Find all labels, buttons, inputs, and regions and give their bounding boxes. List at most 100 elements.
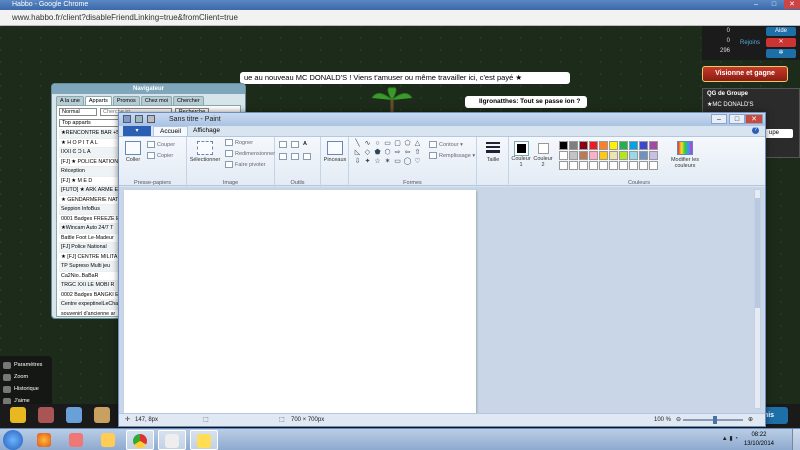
taskbar-paint[interactable] bbox=[190, 430, 218, 450]
drawing-canvas[interactable] bbox=[124, 190, 476, 414]
menu-historique[interactable]: Historique bbox=[14, 386, 39, 392]
rejoins-label[interactable]: Rejoins bbox=[740, 40, 760, 46]
help-icon[interactable]: ? bbox=[752, 127, 759, 134]
picker-tool[interactable] bbox=[291, 153, 301, 160]
shop-icon[interactable] bbox=[66, 407, 82, 423]
palette-swatch[interactable] bbox=[569, 151, 578, 160]
couleur2-button[interactable]: Couleur 2 bbox=[533, 142, 553, 168]
remplissage-button[interactable]: Remplissage ▾ bbox=[429, 152, 475, 159]
taskbar-firefox[interactable] bbox=[30, 430, 58, 450]
show-desktop-button[interactable] bbox=[792, 429, 800, 450]
faire-pivoter-button[interactable]: Faire pivoter bbox=[225, 161, 266, 168]
palette-swatch[interactable] bbox=[579, 151, 588, 160]
palette-swatch[interactable] bbox=[589, 141, 598, 150]
palette-swatch[interactable] bbox=[579, 161, 588, 170]
group-name[interactable]: ★MC DONALD'S bbox=[703, 99, 799, 110]
visionne-et-gagne-button[interactable]: Visionne et gagne bbox=[702, 66, 788, 82]
zoom-slider-knob[interactable] bbox=[713, 416, 717, 424]
color-palette[interactable] bbox=[559, 141, 658, 170]
palette-swatch[interactable] bbox=[569, 141, 578, 150]
palette-swatch[interactable] bbox=[619, 151, 628, 160]
palette-swatch[interactable] bbox=[649, 141, 658, 150]
palette-swatch[interactable] bbox=[639, 161, 648, 170]
catalog-icon[interactable] bbox=[10, 407, 26, 423]
address-bar[interactable]: www.habbo.fr/client?disableFriendLinking… bbox=[0, 10, 800, 26]
pencil-tool[interactable] bbox=[279, 141, 289, 148]
save-icon[interactable] bbox=[135, 115, 143, 123]
zoom-slider[interactable] bbox=[683, 416, 743, 424]
magnifier-tool[interactable] bbox=[303, 153, 313, 160]
vertical-scrollbar[interactable] bbox=[754, 189, 761, 409]
fill-tool[interactable] bbox=[291, 141, 301, 148]
maximize-button[interactable]: □ bbox=[766, 0, 782, 9]
redimensionner-button[interactable]: Redimensionner bbox=[225, 150, 275, 157]
palette-swatch[interactable] bbox=[649, 151, 658, 160]
paint-minimize-button[interactable]: – bbox=[711, 114, 727, 124]
tab-chercher[interactable]: Chercher bbox=[173, 96, 204, 105]
menu-parametres[interactable]: Paramètres bbox=[14, 362, 42, 368]
copier-button[interactable]: Copier bbox=[147, 152, 173, 159]
palette-swatch[interactable] bbox=[559, 151, 568, 160]
clock[interactable]: 08:22 13/10/2014 bbox=[744, 431, 774, 449]
filter-dropdown[interactable]: Normal bbox=[59, 108, 97, 116]
palette-swatch[interactable] bbox=[559, 161, 568, 170]
modifier-couleurs-button[interactable]: Modifier les couleurs bbox=[667, 139, 703, 169]
selectionner-button[interactable]: Sélectionner bbox=[189, 139, 221, 163]
aide-button[interactable]: Aide bbox=[766, 27, 796, 36]
palette-swatch[interactable] bbox=[599, 161, 608, 170]
scroll-thumb[interactable] bbox=[755, 198, 760, 308]
palette-swatch[interactable] bbox=[579, 141, 588, 150]
shapes-gallery[interactable]: ╲ ∿ ○ ▭ ▢ ⬠ △ ◺ ◇ ⬟ ⬡ ⇨ ⇦ ⇧ ⇩ ✦ ☆ ✶ ▭ ◯ ♡ bbox=[353, 140, 422, 166]
tab-chez-moi[interactable]: Chez moi bbox=[140, 96, 173, 105]
palette-swatch[interactable] bbox=[639, 141, 648, 150]
zoom-out-button[interactable]: ⊖ bbox=[676, 414, 681, 427]
tab-accueil[interactable]: Accueil bbox=[153, 126, 188, 136]
navigator-title[interactable]: Navigateur bbox=[52, 84, 245, 94]
taskbar-explorer[interactable] bbox=[94, 430, 122, 450]
paint-maximize-button[interactable]: □ bbox=[729, 114, 745, 124]
menu-zoom[interactable]: Zoom bbox=[14, 374, 28, 380]
couper-button[interactable]: Couper bbox=[147, 141, 175, 148]
contour-button[interactable]: Contour ▾ bbox=[429, 141, 463, 148]
tab-apparts[interactable]: Apparts bbox=[84, 96, 112, 105]
close-button[interactable]: ✕ bbox=[784, 0, 800, 9]
settings-gear-icon[interactable]: ✲ bbox=[766, 49, 796, 58]
eraser-tool[interactable] bbox=[279, 153, 289, 160]
taskbar-habbo[interactable] bbox=[158, 430, 186, 450]
tab-affichage[interactable]: Affichage bbox=[187, 126, 226, 136]
rogner-button[interactable]: Rogner bbox=[225, 139, 253, 146]
habbo-game-area[interactable]: 0 0 296 Rejoins Aide ✕ ✲ Visionne et gag… bbox=[0, 26, 800, 428]
taskbar-media[interactable] bbox=[62, 430, 90, 450]
minimize-button[interactable]: – bbox=[748, 0, 764, 9]
palette-swatch[interactable] bbox=[609, 151, 618, 160]
palette-swatch[interactable] bbox=[599, 141, 608, 150]
palette-swatch[interactable] bbox=[619, 161, 628, 170]
inventory-icon[interactable] bbox=[94, 407, 110, 423]
tab-a-la-une[interactable]: A la une bbox=[56, 96, 84, 105]
zoom-in-button[interactable]: ⊕ bbox=[748, 414, 753, 427]
tab-promos[interactable]: Promos bbox=[112, 96, 140, 105]
paint-close-button[interactable]: ✕ bbox=[745, 114, 763, 124]
palette-swatch[interactable] bbox=[559, 141, 568, 150]
palette-swatch[interactable] bbox=[629, 151, 638, 160]
palette-swatch[interactable] bbox=[649, 161, 658, 170]
close-client-button[interactable]: ✕ bbox=[766, 38, 796, 47]
text-tool[interactable]: A bbox=[303, 141, 307, 147]
coller-button[interactable]: Coller bbox=[123, 139, 143, 163]
palette-swatch[interactable] bbox=[609, 141, 618, 150]
url-text[interactable]: www.habbo.fr/client?disableFriendLinking… bbox=[12, 13, 238, 22]
palette-swatch[interactable] bbox=[609, 161, 618, 170]
taille-button[interactable]: Taille bbox=[481, 140, 505, 163]
taskbar-chrome[interactable] bbox=[126, 430, 154, 450]
palette-swatch[interactable] bbox=[629, 141, 638, 150]
start-button[interactable] bbox=[3, 430, 23, 450]
couleur1-button[interactable]: Couleur 1 bbox=[511, 141, 531, 168]
palette-swatch[interactable] bbox=[629, 161, 638, 170]
palette-swatch[interactable] bbox=[639, 151, 648, 160]
palette-swatch[interactable] bbox=[589, 151, 598, 160]
rooms-icon[interactable] bbox=[38, 407, 54, 423]
pinceaux-button[interactable]: Pinceaux bbox=[323, 139, 347, 163]
file-menu-button[interactable]: ▾ bbox=[123, 126, 151, 136]
palette-swatch[interactable] bbox=[599, 151, 608, 160]
palette-swatch[interactable] bbox=[619, 141, 628, 150]
